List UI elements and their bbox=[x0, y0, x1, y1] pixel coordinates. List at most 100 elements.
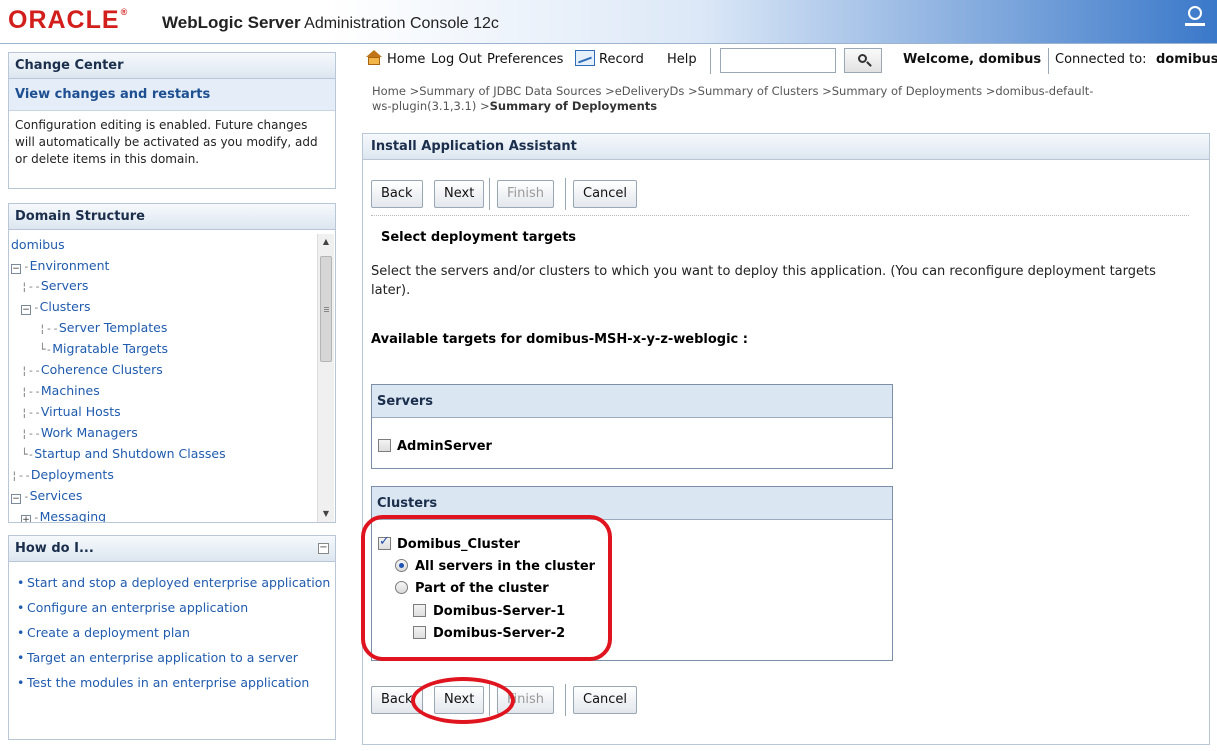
home-link[interactable]: Home bbox=[387, 52, 425, 67]
separator bbox=[371, 215, 1189, 216]
tree-row-services: − -Services bbox=[11, 488, 83, 504]
home-icon[interactable] bbox=[366, 50, 382, 66]
tree-row-clusters: − -Clusters bbox=[21, 299, 91, 315]
tree-row-messaging: + -Messaging bbox=[21, 508, 106, 522]
back-button[interactable]: Back bbox=[371, 180, 423, 208]
install-assistant-panel: Install Application Assistant Back Next … bbox=[362, 133, 1210, 745]
finish-button[interactable]: Finish bbox=[497, 180, 555, 208]
finish-button[interactable]: Finish bbox=[497, 686, 555, 714]
brand-text: ORACLE bbox=[8, 6, 120, 34]
tree-node-coherence-clusters[interactable]: Coherence Clusters bbox=[41, 362, 163, 377]
tree-row-server-templates: ¦--Server Templates bbox=[39, 320, 168, 335]
tree-node-clusters[interactable]: Clusters bbox=[40, 299, 91, 314]
scroll-down-arrow-icon[interactable]: ▼ bbox=[318, 506, 334, 522]
user-icon[interactable] bbox=[1185, 6, 1205, 30]
breadcrumb-current: Summary of Deployments bbox=[489, 99, 658, 113]
available-targets-label: Available targets for domibus-MSH-x-y-z-… bbox=[371, 332, 748, 347]
domibus-cluster-label: Domibus_Cluster bbox=[397, 537, 520, 552]
domibus-server-1-checkbox[interactable] bbox=[413, 604, 426, 617]
adminserver-checkbox[interactable] bbox=[378, 439, 391, 452]
clusters-box: Clusters Domibus_Cluster All servers in … bbox=[371, 486, 893, 661]
breadcrumb-line1[interactable]: Home >Summary of JDBC Data Sources >eDel… bbox=[372, 84, 1192, 99]
help-link[interactable]: Help bbox=[667, 52, 697, 67]
change-center-title: Change Center bbox=[9, 53, 335, 79]
servers-box: Servers AdminServer bbox=[371, 384, 893, 469]
tree-node-virtual-hosts[interactable]: Virtual Hosts bbox=[41, 404, 121, 419]
tree-row-virtual-hosts: ¦--Virtual Hosts bbox=[21, 404, 121, 419]
scroll-up-arrow-icon[interactable]: ▲ bbox=[318, 234, 334, 250]
connected-domain: domibus bbox=[1156, 52, 1217, 67]
domibus-cluster-checkbox[interactable] bbox=[378, 534, 391, 550]
tree-node-deployments[interactable]: Deployments bbox=[31, 467, 114, 482]
product-title-rest: Administration Console 12c bbox=[304, 15, 499, 32]
how-do-i-title: How do I... bbox=[9, 536, 335, 562]
how-do-i-link[interactable]: Configure an enterprise application bbox=[17, 599, 335, 616]
tree-node-services[interactable]: Services bbox=[30, 488, 83, 503]
product-title: WebLogic Server Administration Console 1… bbox=[162, 13, 499, 33]
cancel-button[interactable]: Cancel bbox=[573, 180, 638, 208]
tree-row-servers: ¦--Servers bbox=[21, 278, 89, 293]
tree-scrollbar[interactable]: ▲ ▼ bbox=[317, 234, 334, 522]
tree-node-domibus[interactable]: domibus bbox=[11, 236, 65, 256]
domibus-server-2-checkbox[interactable] bbox=[413, 626, 426, 639]
assistant-title: Install Application Assistant bbox=[363, 134, 1209, 160]
preferences-link[interactable]: Preferences bbox=[487, 52, 563, 67]
part-of-cluster-radio[interactable] bbox=[395, 581, 408, 594]
cancel-button[interactable]: Cancel bbox=[573, 686, 638, 714]
tree-node-migratable-targets[interactable]: Migratable Targets bbox=[52, 341, 168, 356]
expand-icon[interactable]: + bbox=[21, 515, 31, 522]
clusters-box-title: Clusters bbox=[372, 487, 892, 520]
scroll-thumb[interactable] bbox=[320, 256, 332, 362]
next-button[interactable]: Next bbox=[434, 686, 485, 714]
tree-row-migratable-targets: └-Migratable Targets bbox=[39, 341, 169, 356]
how-do-i-link[interactable]: Start and stop a deployed enterprise app… bbox=[17, 574, 335, 591]
global-toolbar: Home Log Out Preferences Record Help Wel… bbox=[362, 48, 1217, 74]
domibus-server-2-label: Domibus-Server-2 bbox=[433, 626, 566, 641]
welcome-text: Welcome, domibus bbox=[903, 52, 1042, 67]
tree-node-server-templates[interactable]: Server Templates bbox=[59, 320, 168, 335]
collapse-icon[interactable]: − bbox=[11, 264, 21, 274]
button-divider bbox=[489, 178, 490, 210]
record-link[interactable]: Record bbox=[599, 52, 644, 67]
all-servers-label: All servers in the cluster bbox=[415, 559, 596, 574]
how-do-i-link[interactable]: Create a deployment plan bbox=[17, 624, 335, 641]
section-title: Select deployment targets bbox=[381, 230, 577, 245]
tree-node-environment[interactable]: Environment bbox=[30, 258, 110, 273]
tree-node-startup-shutdown[interactable]: Startup and Shutdown Classes bbox=[34, 446, 225, 461]
tree-node-machines[interactable]: Machines bbox=[41, 383, 100, 398]
record-icon[interactable] bbox=[575, 50, 595, 66]
search-input[interactable] bbox=[720, 48, 836, 73]
section-description: Select the servers and/or clusters to wh… bbox=[371, 264, 1156, 298]
search-button[interactable] bbox=[844, 48, 882, 73]
view-changes-link[interactable]: View changes and restarts bbox=[9, 79, 335, 111]
tree-row-coherence-clusters: ¦--Coherence Clusters bbox=[21, 362, 163, 377]
breadcrumb-line2[interactable]: ws-plugin(3.1,3.1) > bbox=[372, 99, 490, 113]
button-divider bbox=[489, 684, 490, 716]
oracle-logo: ORACLE® bbox=[8, 6, 129, 34]
tree-row-environment: − -Environment bbox=[11, 258, 110, 274]
back-button[interactable]: Back bbox=[371, 686, 423, 714]
collapse-icon[interactable]: − bbox=[21, 305, 31, 315]
breadcrumb: Home >Summary of JDBC Data Sources >eDel… bbox=[372, 84, 1192, 114]
adminserver-label: AdminServer bbox=[397, 439, 492, 454]
tree-node-work-managers[interactable]: Work Managers bbox=[41, 425, 138, 440]
tree-row-machines: ¦--Machines bbox=[21, 383, 100, 398]
all-servers-radio[interactable] bbox=[395, 559, 408, 572]
logout-link[interactable]: Log Out bbox=[431, 52, 482, 67]
toolbar-divider bbox=[710, 48, 711, 74]
how-do-i-panel: How do I... − Start and stop a deployed … bbox=[8, 535, 336, 740]
how-do-i-link[interactable]: Test the modules in an enterprise applic… bbox=[17, 674, 335, 691]
change-center-text: Configuration editing is enabled. Future… bbox=[15, 118, 318, 166]
domain-tree: domibus − -Environment ¦--Servers − -Clust… bbox=[11, 234, 316, 522]
part-of-cluster-label: Part of the cluster bbox=[415, 581, 549, 596]
toolbar-divider bbox=[1048, 48, 1049, 74]
change-center-panel: Change Center View changes and restarts … bbox=[8, 52, 336, 189]
tree-node-messaging[interactable]: Messaging bbox=[40, 509, 106, 522]
tree-node-servers[interactable]: Servers bbox=[41, 278, 89, 293]
how-do-i-link[interactable]: Target an enterprise application to a se… bbox=[17, 649, 335, 666]
collapse-icon[interactable]: − bbox=[11, 494, 21, 504]
minimize-icon[interactable]: − bbox=[318, 543, 329, 554]
next-button[interactable]: Next bbox=[434, 180, 485, 208]
connected-label: Connected to: bbox=[1055, 52, 1147, 67]
tree-row-deployments: ¦--Deployments bbox=[11, 467, 114, 482]
